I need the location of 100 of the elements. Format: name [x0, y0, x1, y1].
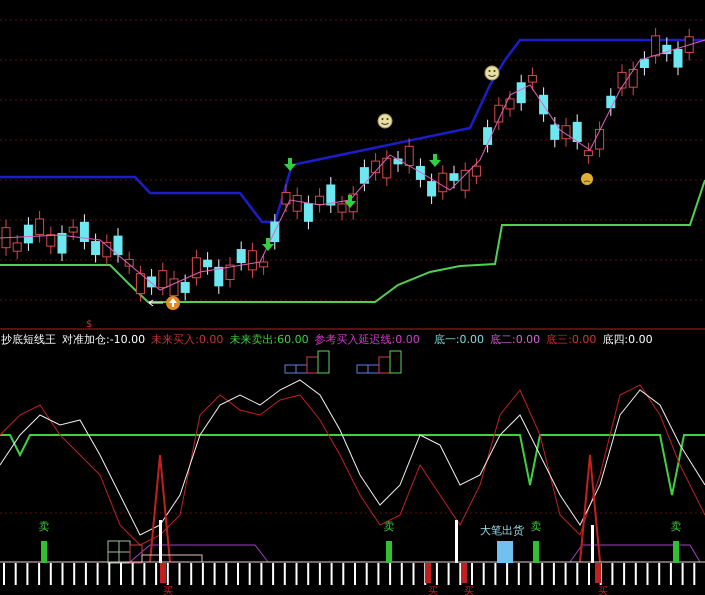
big-sell-label: 大笔出货: [480, 524, 524, 537]
down-arrow-icon: [284, 158, 296, 171]
candlestick: [192, 249, 201, 286]
candlestick: [80, 214, 89, 250]
candlestick: [46, 226, 56, 255]
indicator-value: 底四:0.00: [602, 332, 653, 346]
buy-label: 买: [598, 586, 608, 595]
candlestick: [124, 251, 134, 275]
candlestick: [270, 214, 280, 250]
candlestick: [338, 195, 346, 221]
candlestick: [58, 224, 66, 262]
indicator-value: 未来买入:0.00: [151, 332, 224, 346]
candlestick: [483, 119, 492, 153]
candlestick: [427, 173, 436, 204]
smiley-icon: [484, 66, 500, 80]
candlestick: [606, 88, 616, 116]
sell-bar: [41, 541, 47, 563]
candlestick: [472, 158, 481, 185]
buy-label: 买: [464, 586, 474, 595]
candlestick: [360, 159, 369, 192]
candlestick: [684, 28, 694, 61]
block-steps-icon: [284, 349, 330, 375]
sell-bar: [673, 541, 679, 563]
indicator-value: 底二:0.00: [490, 332, 540, 346]
candlestick: [147, 268, 156, 296]
buy-label: 买: [428, 586, 438, 595]
sell-label: 卖: [530, 520, 542, 533]
sell-label: 卖: [384, 520, 394, 533]
indicator-value: 参考买入延迟线:0.00: [314, 332, 420, 346]
candlestick: [550, 116, 560, 148]
candlestick: [248, 242, 257, 278]
buy-label: 买: [163, 586, 173, 595]
candlestick: [24, 216, 33, 252]
volume-bar: [455, 520, 458, 563]
candlestick: [91, 233, 100, 264]
candlestick: [640, 50, 649, 76]
down-arrow-icon: [262, 238, 274, 251]
up-arrow-badge-icon: [166, 296, 180, 310]
candlestick: [674, 40, 682, 76]
candlestick: [584, 142, 593, 164]
sell-bar: [386, 541, 392, 563]
smiley-icon: [378, 114, 392, 128]
candlestick: [404, 138, 414, 174]
candlestick: [438, 164, 448, 200]
candlestick: [450, 165, 458, 189]
frown-face-icon: [581, 173, 593, 185]
candlestick: [282, 184, 290, 213]
candlestick: [528, 67, 537, 91]
candlestick: [572, 114, 582, 150]
candlestick: [562, 117, 570, 148]
candlestick: [371, 152, 380, 182]
buy-bar: [425, 563, 431, 583]
down-arrow-icon: [344, 195, 356, 208]
candlestick: [102, 234, 112, 266]
candlestick: [662, 36, 672, 62]
sell-label: 卖: [670, 520, 682, 533]
candlestick: [595, 120, 604, 158]
sell-label: 卖: [38, 520, 50, 533]
indicator-name: 抄底短线王: [1, 332, 56, 346]
candlestick: [158, 262, 168, 296]
candlestick: [203, 252, 212, 276]
buy-bar: [160, 563, 166, 583]
candlestick: [315, 188, 324, 213]
volume-bar: [159, 520, 162, 563]
candlestick: [506, 90, 514, 118]
buy-bar: [595, 563, 601, 583]
candlestick: [226, 256, 234, 288]
left-arrow-icon: [148, 300, 164, 306]
indicator-value: 底三:0.00: [546, 332, 596, 346]
candlestick: [180, 274, 190, 301]
candlestick: [539, 86, 548, 122]
candlestick: [304, 195, 313, 230]
candlestick: [460, 162, 470, 199]
volume-bar: [591, 525, 594, 563]
buy-bar: [461, 563, 467, 583]
candlestick: [35, 210, 44, 244]
candlestick: [494, 96, 504, 130]
candlestick: [114, 228, 122, 264]
block-steps-icon: [356, 349, 402, 375]
candlestick: [68, 218, 78, 241]
indicator-value: 底一:0.00: [434, 332, 484, 346]
candlestick: [12, 234, 22, 260]
candlestick: [326, 176, 336, 214]
candlestick: [236, 241, 246, 272]
candlestick: [259, 253, 268, 276]
sell-bar: [533, 541, 539, 563]
indicator-value: 未来卖出:60.00: [229, 332, 309, 346]
candlestick: [382, 150, 392, 186]
candlestick: [136, 265, 145, 302]
dollar-marker: $: [86, 319, 92, 330]
candlestick: [292, 187, 302, 220]
indicator-value: 对准加仓:-10.00: [62, 332, 146, 346]
candlestick: [618, 64, 626, 97]
candlestick: [628, 61, 638, 96]
candlestick: [516, 74, 526, 112]
candlestick: [394, 150, 402, 172]
candlestick: [214, 258, 224, 294]
block-bar: [497, 541, 513, 563]
candlestick: [651, 27, 660, 64]
candlestick: [416, 158, 425, 188]
